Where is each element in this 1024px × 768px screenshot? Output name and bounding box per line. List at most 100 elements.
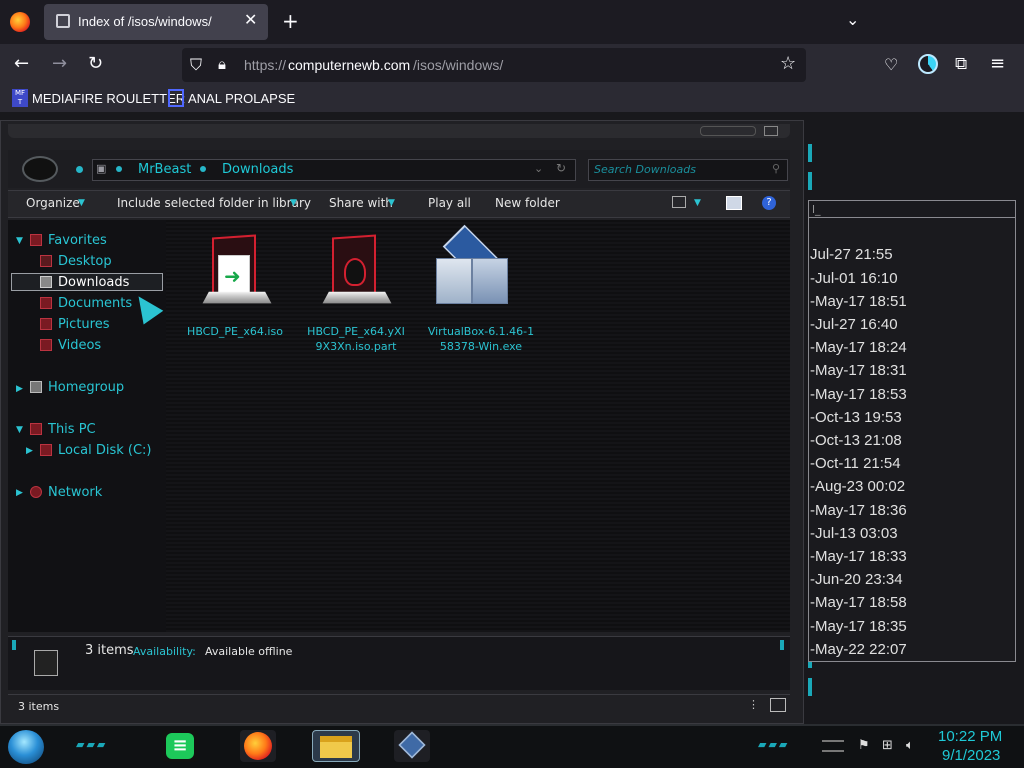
- volume-icon[interactable]: 🔈︎: [906, 738, 914, 753]
- icon-pedestal: [202, 291, 272, 304]
- breadcrumb-mrbeast[interactable]: MrBeast: [138, 162, 191, 177]
- network-icon: [30, 486, 42, 498]
- forward-icon[interactable]: →: [52, 53, 67, 74]
- folder-icon: ▣: [96, 162, 107, 175]
- decor-bar: [808, 172, 812, 190]
- breadcrumb-arrow-icon[interactable]: [116, 166, 122, 172]
- explorer-titlebar: [8, 124, 790, 138]
- shield-icon[interactable]: ⛉: [190, 55, 202, 75]
- nav-videos[interactable]: Videos: [58, 338, 101, 353]
- nav-local-disk[interactable]: Local Disk (C:): [58, 443, 151, 458]
- bookmark-icon[interactable]: [168, 89, 184, 107]
- page-icon: [56, 14, 70, 28]
- recent-dot-icon[interactable]: [76, 166, 83, 173]
- item-count: 3 items: [85, 643, 134, 658]
- search-icon[interactable]: ⚲: [772, 162, 780, 175]
- modified-date: -Jul-27 16:40: [810, 316, 898, 333]
- expand-arrow-icon[interactable]: ▶: [16, 488, 23, 498]
- large-icons-view-icon[interactable]: [770, 698, 786, 712]
- chevron-down-icon[interactable]: ▼: [78, 198, 85, 208]
- desktop-icon: [40, 255, 52, 267]
- file-name: VirtualBox-6.1.46-1: [427, 325, 535, 338]
- modified-date: -May-17 18:58: [810, 594, 907, 611]
- minimize-button[interactable]: [700, 126, 756, 136]
- modified-date: -May-22 22:07: [810, 641, 907, 658]
- plus-icon[interactable]: +: [282, 9, 299, 33]
- view-options-icon[interactable]: [672, 196, 686, 208]
- chevron-down-icon[interactable]: ⌄: [846, 10, 859, 29]
- chevron-down-icon[interactable]: ▼: [290, 198, 297, 208]
- nav-favorites[interactable]: Favorites: [48, 233, 107, 248]
- network-tray-icon[interactable]: ⊞: [882, 738, 893, 753]
- mediafire-icon[interactable]: MF T: [12, 89, 28, 107]
- decor-bar: ▰▰▰: [76, 738, 108, 751]
- reload-icon[interactable]: ↻: [88, 53, 103, 74]
- virtualbox-side: [472, 258, 508, 304]
- refresh-icon[interactable]: ↻: [556, 161, 566, 175]
- url-path: /isos/windows/: [413, 57, 504, 73]
- new-folder-button[interactable]: New folder: [495, 196, 560, 210]
- nav-homegroup[interactable]: Homegroup: [48, 380, 124, 395]
- firefox-icon[interactable]: [10, 12, 30, 32]
- bookmark-mediafire[interactable]: MEDIAFIRE ROULETTER: [32, 91, 185, 106]
- nav-this-pc[interactable]: This PC: [48, 422, 96, 437]
- alien-icon: [344, 258, 366, 286]
- show-hidden-icons-icon[interactable]: [822, 740, 844, 752]
- details-view-icon[interactable]: ⋮: [748, 698, 759, 711]
- expand-arrow-icon[interactable]: ▶: [16, 384, 23, 394]
- favorites-icon: [30, 234, 42, 246]
- modified-date: -Aug-23 00:02: [810, 478, 906, 495]
- lock-icon[interactable]: 🔒︎: [218, 55, 226, 73]
- breadcrumb-arrow-icon[interactable]: [200, 166, 206, 172]
- icon-pedestal: [322, 291, 392, 304]
- file-name: HBCD_PE_x64.iso: [187, 325, 283, 338]
- close-icon[interactable]: ✕: [244, 10, 257, 29]
- play-all-button[interactable]: Play all: [428, 196, 471, 210]
- breadcrumb-downloads[interactable]: Downloads: [222, 162, 293, 177]
- expand-arrow-icon[interactable]: ▶: [26, 446, 33, 456]
- modified-date: -May-17 18:35: [810, 618, 907, 635]
- url-scheme: https://: [244, 57, 287, 73]
- firefox-icon: [244, 732, 272, 760]
- preview-pane-icon[interactable]: [726, 196, 742, 210]
- availability-value: Available offline: [205, 645, 293, 658]
- file-name: HBCD_PE_x64.yXI: [307, 325, 405, 338]
- nav-network[interactable]: Network: [48, 485, 102, 500]
- modified-date: -May-17 18:51: [810, 293, 907, 310]
- status-bar: [8, 694, 790, 716]
- account-icon[interactable]: [918, 54, 938, 74]
- nav-desktop[interactable]: Desktop: [58, 254, 112, 269]
- clock-time[interactable]: 10:22 PM: [938, 728, 1002, 745]
- clock-date[interactable]: 9/1/2023: [942, 747, 1000, 764]
- file-name-line2: 58378-Win.exe: [439, 340, 523, 353]
- back-icon[interactable]: ←: [14, 53, 29, 74]
- extensions-icon[interactable]: ⧉: [955, 54, 967, 74]
- nav-downloads[interactable]: Downloads: [58, 275, 129, 290]
- modified-date: -Jul-13 03:03: [810, 525, 898, 542]
- expand-arrow-icon[interactable]: ▼: [16, 425, 23, 435]
- modified-date: Jul-27 21:55: [810, 246, 893, 263]
- modified-date: -May-17 18:53: [810, 386, 907, 403]
- bookmark-second[interactable]: ANAL PROLAPSE: [188, 91, 295, 106]
- pocket-icon[interactable]: ♡: [884, 55, 898, 74]
- chevron-down-icon[interactable]: ⌄: [534, 162, 543, 175]
- organize-button[interactable]: Organize: [26, 196, 80, 210]
- homegroup-icon: [30, 381, 42, 393]
- start-orb-icon[interactable]: [8, 730, 44, 764]
- decor-bar: [808, 678, 812, 696]
- menu-icon[interactable]: ≡: [990, 53, 1005, 74]
- chevron-down-icon[interactable]: ▼: [694, 198, 701, 208]
- help-icon[interactable]: ?: [762, 196, 776, 210]
- maximize-button[interactable]: [764, 126, 778, 136]
- expand-arrow-icon[interactable]: ▼: [16, 236, 23, 246]
- share-with-button[interactable]: Share with: [329, 196, 393, 210]
- back-forward-orb[interactable]: [22, 156, 58, 182]
- listing-header: l_: [812, 203, 821, 216]
- include-in-library-button[interactable]: Include selected folder in library: [117, 196, 311, 210]
- nav-pictures[interactable]: Pictures: [58, 317, 109, 332]
- documents-icon: [40, 297, 52, 309]
- chevron-down-icon[interactable]: ▼: [388, 198, 395, 208]
- nav-documents[interactable]: Documents: [58, 296, 132, 311]
- star-icon[interactable]: ☆: [780, 53, 796, 74]
- flag-icon[interactable]: ⚑: [858, 738, 870, 753]
